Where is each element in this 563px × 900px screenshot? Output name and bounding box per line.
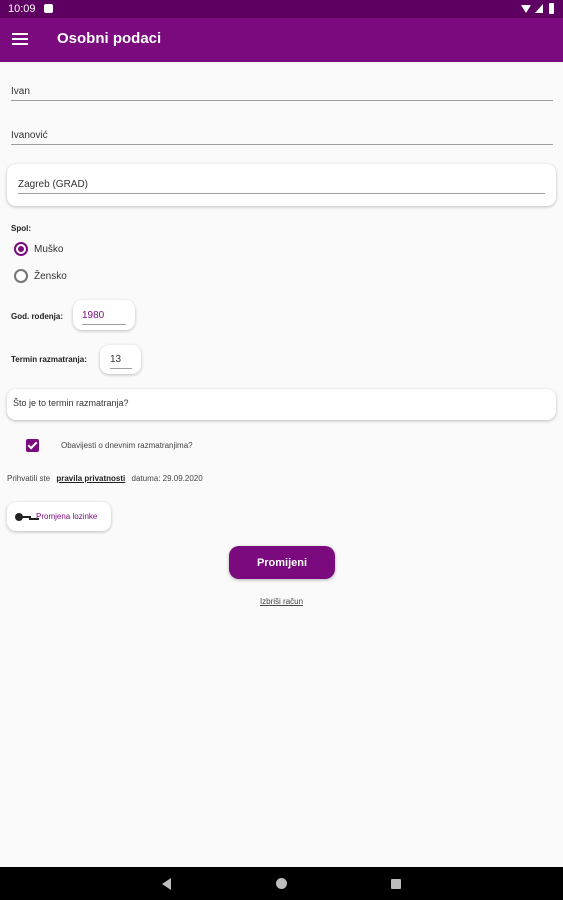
first-name-value: Ivan: [11, 86, 30, 97]
back-triangle-icon[interactable]: [162, 878, 171, 890]
radio-male[interactable]: [14, 242, 28, 256]
gender-option-label: Muško: [34, 243, 64, 255]
app-bar: Osobni podaci: [0, 18, 563, 62]
birth-year-label: God. rođenja:: [11, 312, 63, 321]
submit-button[interactable]: Promijeni: [229, 546, 335, 579]
battery-icon: [549, 3, 554, 14]
gender-option-male[interactable]: Muško: [14, 241, 63, 257]
privacy-line: Prihvatili ste pravila privatnosti datum…: [7, 474, 203, 483]
notification-icon: [44, 4, 53, 13]
birth-year-value: 1980: [82, 310, 105, 321]
change-password-button[interactable]: Promjena lozinke: [7, 502, 111, 531]
term-label: Termin razmatranja:: [11, 355, 87, 364]
delete-account-link[interactable]: Izbriši račun: [0, 597, 563, 606]
term-value: 13: [110, 354, 122, 365]
status-time: 10:09: [8, 3, 36, 15]
page-title: Osobni podaci: [57, 30, 162, 47]
first-name-field[interactable]: Ivan: [11, 86, 553, 101]
signal-icon: [535, 4, 543, 13]
last-name-field[interactable]: Ivanović: [11, 130, 553, 145]
city-value: Zagreb (GRAD): [18, 179, 89, 190]
navigation-bar: [0, 867, 563, 900]
birth-year-card: 1980: [73, 300, 135, 330]
notify-label: Obavijesti o dnevnim razmatranjima?: [61, 441, 193, 450]
term-info-button[interactable]: Što je to termin razmatranja?: [7, 389, 556, 420]
term-card: 13: [100, 345, 141, 374]
last-name-value: Ivanović: [11, 130, 48, 141]
privacy-date: datuma: 29.09.2020: [131, 474, 203, 483]
gender-option-female[interactable]: Žensko: [14, 268, 67, 284]
city-field[interactable]: Zagreb (GRAD): [18, 179, 545, 194]
city-card: Zagreb (GRAD): [7, 164, 556, 206]
radio-female[interactable]: [14, 269, 28, 283]
privacy-policy-link[interactable]: pravila privatnosti: [56, 474, 125, 483]
birth-year-input[interactable]: 1980: [82, 310, 126, 325]
hamburger-menu-icon[interactable]: [12, 33, 28, 46]
term-input[interactable]: 13: [110, 354, 132, 369]
key-icon: [15, 512, 31, 521]
gender-option-label: Žensko: [34, 270, 67, 282]
change-password-label: Promjena lozinke: [36, 512, 98, 521]
home-circle-icon[interactable]: [276, 878, 287, 889]
gender-label: Spol:: [11, 224, 31, 233]
status-bar: 10:09: [0, 0, 563, 18]
privacy-prefix: Prihvatili ste: [7, 474, 51, 483]
recents-square-icon[interactable]: [391, 879, 401, 889]
wifi-icon: [521, 5, 531, 13]
notify-checkbox[interactable]: [26, 439, 39, 452]
